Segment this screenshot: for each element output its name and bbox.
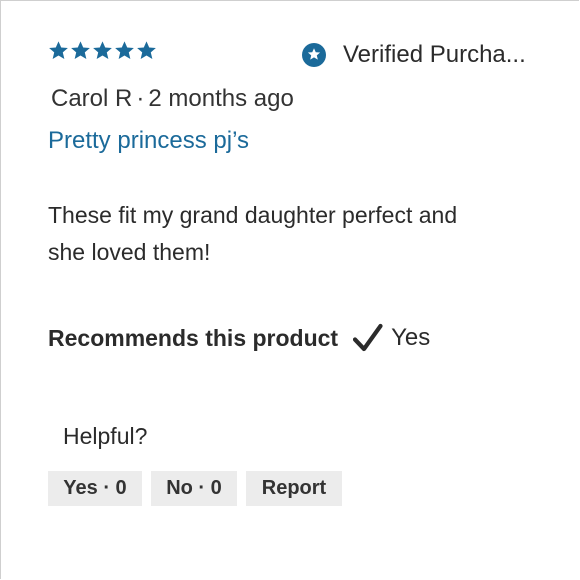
recommends-value: Yes (391, 324, 431, 351)
recommends-label: Recommends this product (48, 324, 339, 351)
verified-purchase-badge: Verified Purcha... (302, 41, 526, 69)
verified-label: Verified Purcha... (343, 41, 526, 68)
star-icon (137, 41, 156, 59)
star-icon (71, 41, 90, 59)
review-title: Pretty princess pj’s (48, 127, 249, 154)
star-icon (49, 41, 68, 59)
checkmark-icon (353, 323, 383, 352)
report-button[interactable]: Report (246, 471, 342, 506)
recommends-row: Recommends this product Yes (48, 323, 430, 353)
star-icon (115, 41, 134, 59)
review-body: These fit my grand daughter perfect and … (48, 202, 458, 265)
byline-separator: · (136, 85, 145, 112)
star-icon (93, 41, 112, 59)
reviewer-name: Carol R (51, 85, 133, 112)
feedback-actions: Yes · 0 No · 0 Report (48, 471, 342, 506)
helpful-prompt: Helpful? (63, 423, 148, 449)
helpful-yes-button[interactable]: Yes · 0 (48, 471, 142, 506)
review-card: Verified Purcha... Carol R · 2 months ago … (0, 0, 579, 579)
review-date: 2 months ago (148, 85, 294, 112)
star-rating (48, 40, 157, 61)
helpful-no-button[interactable]: No · 0 (151, 471, 237, 506)
verified-star-icon (302, 43, 326, 67)
review-byline: Carol R · 2 months ago (51, 85, 294, 113)
